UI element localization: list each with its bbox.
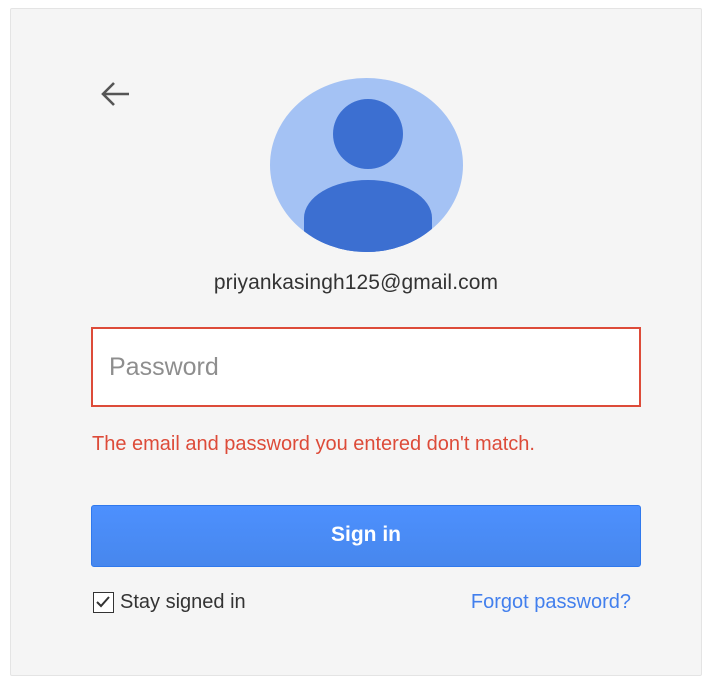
default-user-avatar-icon (304, 99, 432, 252)
checkmark-icon (96, 595, 110, 607)
back-arrow-icon[interactable] (97, 75, 135, 113)
forgot-password-link[interactable]: Forgot password? (471, 591, 631, 614)
account-email: priyankasingh125@gmail.com (213, 271, 499, 294)
error-message: The email and password you entered don't… (92, 433, 535, 455)
stay-signed-in-row[interactable]: Stay signed in (93, 589, 246, 615)
stay-signed-in-checkbox[interactable] (93, 591, 114, 613)
password-input[interactable] (91, 327, 641, 407)
avatar (270, 78, 463, 252)
stay-signed-in-label[interactable]: Stay signed in (120, 591, 246, 614)
signin-card: priyankasingh125@gmail.com The email and… (10, 8, 702, 676)
sign-in-button[interactable]: Sign in (91, 505, 641, 567)
